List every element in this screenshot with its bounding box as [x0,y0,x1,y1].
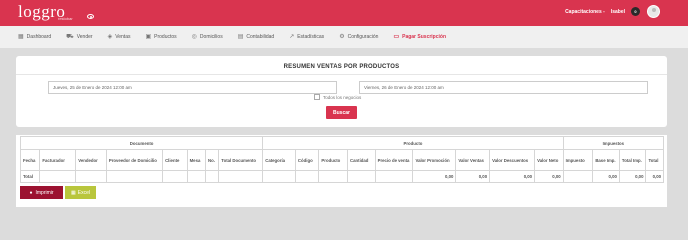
total-valor-ventas: 0,00 [455,170,491,183]
nav-label: Contabilidad [246,34,275,40]
table-header-row: Fecha Facturador Vendedor Proveedor de D… [19,149,664,171]
col-header[interactable]: Total Documento [218,149,264,171]
excel-button[interactable]: ▦ Excel [65,186,96,199]
excel-label: Excel [77,189,90,196]
col-header[interactable]: Valor Ventas [455,149,491,171]
col-header[interactable]: No. [204,149,220,171]
top-bar: loggro restobar Capacitaciones - Isabel … [0,0,688,26]
nav-item-domicilios[interactable]: ◎ Domicilios [192,34,223,40]
col-header[interactable]: Producto [318,149,349,171]
all-businesses-label: Todos los negocios [323,94,362,100]
nav-item-pagar-suscripcion[interactable]: ▭ Pagar Suscripción [393,34,446,40]
col-header[interactable]: Total Imp. [618,149,647,171]
avatar[interactable] [647,5,660,18]
grid-icon: ▦ [18,34,24,40]
nav-item-estadisticas[interactable]: ↗ Estadísticas [289,34,324,40]
table-group-row: Documento Producto Impuestos [19,136,665,150]
page-title: RESUMEN VENTAS POR PRODUCTOS [283,64,400,70]
group-impuestos: Impuestos [562,136,665,150]
box-icon: ▣ [145,34,152,40]
all-businesses-option[interactable]: Todos los negocios [314,94,361,100]
col-header[interactable]: Vendedor [75,149,107,171]
nav-label: Productos [154,34,177,40]
nav-label: Domicilios [199,34,223,40]
col-header[interactable]: Base Imp. [592,149,620,171]
col-header[interactable]: Impuesto [562,149,594,171]
total-valor-descuentos: 0,00 [489,170,536,183]
cart-icon: ⛟ [66,34,74,40]
divider [16,74,667,75]
print-button[interactable]: ● Imprimir [20,186,63,199]
nav-item-productos[interactable]: ▣ Productos [145,34,176,40]
spreadsheet-icon: ▦ [71,189,76,196]
total-total: 0,00 [645,170,664,183]
table-total-row: Total 0,00 0,00 0,00 0,00 0,00 0,00 0,00 [19,170,664,183]
nav-label: Ventas [115,34,131,40]
gear-icon: ⚙ [339,34,345,40]
nav-label: Estadísticas [297,34,325,40]
nav-item-contabilidad[interactable]: ▤ Contabilidad [238,34,274,40]
page-background [0,207,688,240]
col-header[interactable]: Total [645,149,664,171]
col-header[interactable]: Precio de venta [374,149,414,171]
col-header[interactable]: Fecha [19,149,41,171]
print-label: Imprimir [35,189,54,196]
notification-badge[interactable]: 0 [631,7,640,16]
trend-icon: ↗ [289,34,295,40]
col-header[interactable]: Categoría [262,149,296,171]
total-valor-neto: 0,00 [534,170,564,183]
tag-icon: ◈ [107,34,113,40]
total-valor-promocion: 0,00 [412,170,457,183]
col-header[interactable]: Código [294,149,320,171]
total-base-imp: 0,00 [592,170,620,183]
group-producto: Producto [262,136,564,150]
user-name: Isabel [610,8,625,15]
start-date-input[interactable]: Jueves, 25 de Enero de 2024 12:00 am [48,81,337,94]
col-header[interactable]: Valor Promoción [412,149,457,171]
col-header[interactable]: Valor Descuentos [489,149,536,171]
ledger-icon: ▤ [237,34,244,40]
bike-icon: ◎ [191,34,197,40]
nav-label: Configuración [347,34,379,40]
results-table: Documento Producto Impuestos Fecha Factu… [19,136,665,183]
total-total-imp: 0,00 [618,170,647,183]
col-header[interactable]: Proveedor de Domicilio [105,149,164,171]
results-panel: Documento Producto Impuestos Fecha Factu… [16,135,667,207]
print-icon: ● [29,189,33,196]
col-header[interactable]: Cantidad [347,149,376,171]
col-header[interactable]: Facturador [39,149,77,171]
nav-label: Pagar Suscripción [402,34,447,40]
main-nav: ▦ Dashboard ⛟ Vender ◈ Ventas ▣ Producto… [0,26,688,48]
logo-subtitle: restobar [58,16,73,21]
col-header[interactable]: Mesa [186,149,206,171]
search-button[interactable]: Buscar [326,106,357,119]
nav-item-dashboard[interactable]: ▦ Dashboard [18,34,51,40]
col-header[interactable]: Valor Neto [534,149,564,171]
eye-icon[interactable] [87,14,94,19]
nav-label: Dashboard [26,34,52,40]
company-label: Capacitaciones - [565,8,605,15]
all-businesses-checkbox[interactable] [314,94,320,100]
total-label: Total [19,170,41,183]
nav-item-ventas[interactable]: ◈ Ventas [108,34,131,40]
nav-item-vender[interactable]: ⛟ Vender [66,34,92,40]
group-documento: Documento [19,136,264,150]
nav-item-configuracion[interactable]: ⚙ Configuración [339,34,378,40]
card-icon: ▭ [393,34,400,40]
end-date-input[interactable]: Viernes, 26 de Enero de 2024 12:00 am [359,81,648,94]
user-menu[interactable]: Capacitaciones - Isabel 0 [565,7,640,16]
nav-label: Vender [76,34,93,40]
col-header[interactable]: Cliente [162,149,188,171]
